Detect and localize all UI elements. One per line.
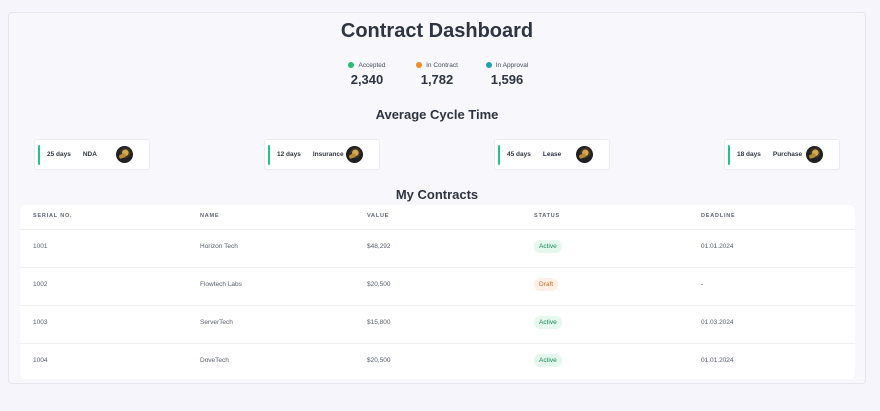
cell-deadline: 01.03.2024: [701, 319, 734, 326]
cycle-days: 12 days: [277, 151, 301, 158]
status-badge: Draft: [534, 278, 559, 291]
column-header-deadline[interactable]: DEADLINE: [701, 213, 736, 219]
cell-deadline: 01.01.2024: [701, 357, 734, 364]
cycle-card-insurance[interactable]: 12 days Insurance: [264, 139, 380, 170]
accent-bar: [38, 144, 40, 165]
stat-label: In Approval: [495, 61, 529, 69]
status-dot-icon: [348, 62, 355, 68]
cycle-time-heading: Average Cycle Time: [375, 107, 499, 122]
table-row[interactable]: 1003 ServerTech $15,800 Active 01.03.202…: [20, 305, 855, 344]
cell-name: Horizon Tech: [200, 243, 238, 250]
table-row[interactable]: 1001 Horizon Tech $48,292 Active 01.01.2…: [20, 229, 855, 268]
stat-in-contract: In Contract 1,782: [413, 60, 461, 87]
status-dot-icon: [416, 62, 423, 68]
cell-serial: 1004: [33, 357, 48, 364]
stat-accepted: Accepted 2,340: [343, 60, 391, 87]
cell-serial: 1002: [33, 281, 48, 288]
contracts-table: SERIAL NO. NAME VALUE STATUS DEADLINE 10…: [20, 205, 855, 379]
cycle-days: 18 days: [737, 151, 761, 158]
cycle-type: Purchase: [772, 151, 803, 158]
accent-bar: [728, 144, 730, 165]
table-row[interactable]: 1002 Flowtech Labs $20,500 Draft -: [20, 267, 855, 306]
avatar: [346, 146, 363, 163]
stat-label: Accepted: [358, 61, 386, 69]
status-dot-icon: [485, 62, 492, 68]
cycle-days: 25 days: [47, 151, 71, 158]
cell-name: Flowtech Labs: [200, 281, 242, 288]
cycle-days: 45 days: [507, 151, 531, 158]
cycle-card-lease[interactable]: 45 days Lease: [494, 139, 610, 170]
stat-value: 2,340: [350, 72, 384, 87]
cycle-type: Lease: [542, 151, 562, 158]
cell-value: $15,800: [367, 319, 391, 326]
column-header-status[interactable]: STATUS: [534, 213, 560, 219]
stat-value: 1,782: [420, 72, 454, 87]
table-row[interactable]: 1004 DoveTech $20,500 Active 01.01.2024: [20, 343, 855, 381]
accent-bar: [498, 144, 500, 165]
cell-value: $20,500: [367, 281, 391, 288]
accent-bar: [268, 144, 270, 165]
cell-serial: 1001: [33, 243, 48, 250]
cell-name: DoveTech: [200, 357, 229, 364]
status-badge: Active: [534, 240, 562, 253]
cycle-card-purchase[interactable]: 18 days Purchase: [724, 139, 840, 170]
cell-value: $20,500: [367, 357, 391, 364]
contracts-heading: My Contracts: [395, 187, 479, 202]
cycle-card-nda[interactable]: 25 days NDA: [34, 139, 150, 170]
table-header: SERIAL NO. NAME VALUE STATUS DEADLINE: [20, 205, 855, 230]
cell-deadline: -: [701, 281, 704, 288]
cell-name: ServerTech: [200, 319, 233, 326]
stat-in-approval: In Approval 1,596: [483, 60, 531, 87]
cell-value: $48,292: [367, 243, 391, 250]
avatar: [116, 146, 133, 163]
stats-summary: Accepted 2,340 In Contract 1,782 In Appr…: [0, 60, 874, 87]
column-header-serial[interactable]: SERIAL NO.: [33, 213, 72, 219]
cycle-type: Insurance: [312, 151, 344, 158]
cell-deadline: 01.01.2024: [701, 243, 734, 250]
column-header-name[interactable]: NAME: [200, 213, 219, 219]
cycle-type: NDA: [82, 151, 97, 158]
avatar: [806, 146, 823, 163]
status-badge: Active: [534, 316, 562, 329]
stat-label: In Contract: [426, 61, 458, 69]
status-badge: Active: [534, 354, 562, 367]
cell-serial: 1003: [33, 319, 48, 326]
stat-value: 1,596: [490, 72, 524, 87]
page-title: Contract Dashboard: [340, 20, 534, 42]
avatar: [576, 146, 593, 163]
column-header-value[interactable]: VALUE: [367, 213, 389, 219]
